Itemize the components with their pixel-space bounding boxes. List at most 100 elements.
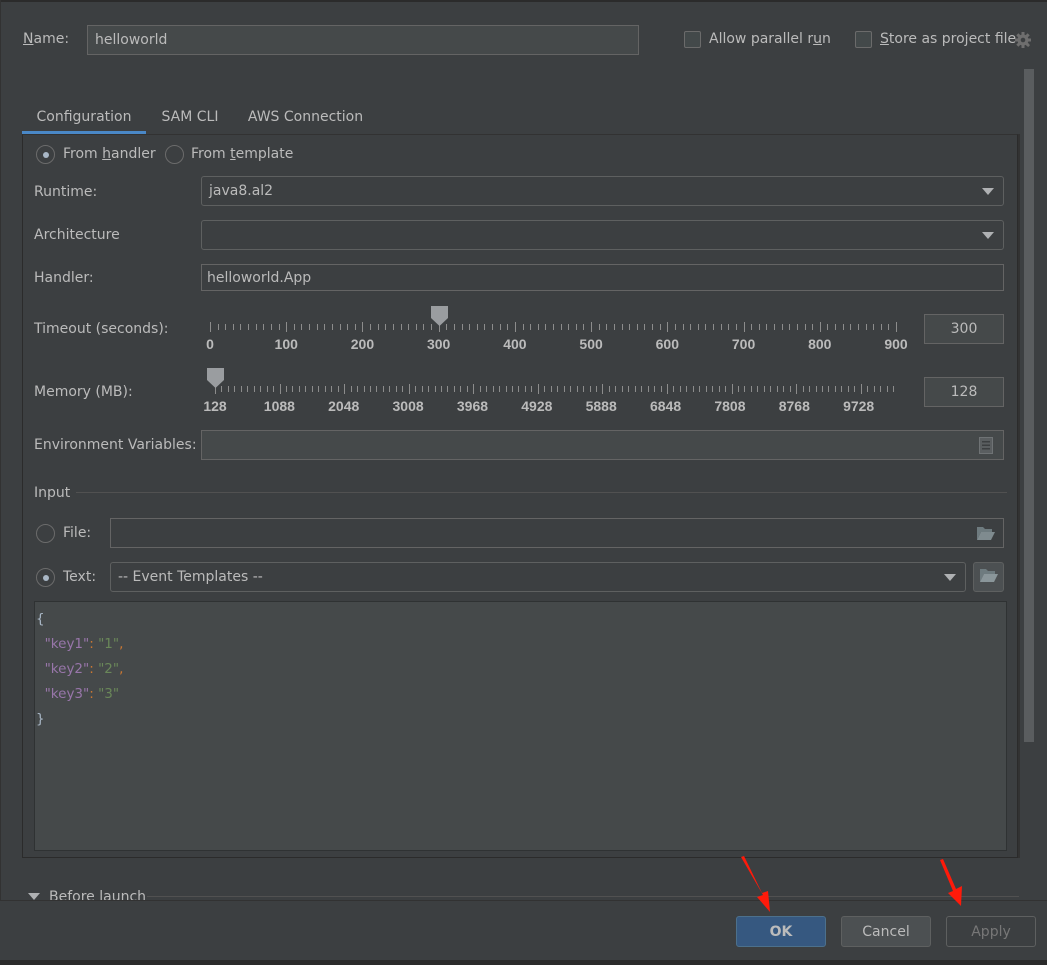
slider-minor-tick <box>382 386 384 392</box>
allow-parallel-run-checkbox[interactable] <box>684 31 701 48</box>
slider-minor-tick <box>796 324 798 330</box>
slider-minor-tick <box>293 324 295 330</box>
input-text-radio[interactable] <box>36 568 55 587</box>
gear-icon[interactable] <box>1014 31 1032 49</box>
slider-minor-tick <box>847 386 849 392</box>
slider-minor-tick <box>240 324 242 330</box>
slider-minor-tick <box>705 324 707 330</box>
vertical-scrollbar[interactable] <box>1024 69 1034 742</box>
slider-major-tick <box>210 322 211 332</box>
slider-minor-tick <box>828 386 830 392</box>
slider-minor-tick <box>217 324 219 330</box>
environment-variables-input[interactable] <box>201 430 1004 460</box>
slider-minor-tick <box>815 386 817 392</box>
timeout-value: 300 <box>950 321 978 337</box>
slider-minor-tick <box>476 324 478 330</box>
slider-major-tick <box>860 384 862 394</box>
json-value: "1" <box>98 636 120 652</box>
event-json-editor[interactable]: { "key1": "1", "key2": "2", "key3": "3" … <box>34 601 1007 851</box>
timeout-label: Timeout (seconds): <box>34 321 169 337</box>
input-file-label: File: <box>63 525 92 541</box>
memory-slider[interactable]: 128 1088 2048 3008 3968 4928 5888 6848 7808 8768 9… <box>203 368 895 418</box>
runtime-dropdown[interactable]: java8.al2 <box>201 176 1004 206</box>
json-colon: : <box>89 686 94 702</box>
editor-line: "key2": "2", <box>36 657 1006 682</box>
ok-button-label: OK <box>769 923 793 940</box>
slider-minor-tick <box>660 386 662 392</box>
collapse-triangle-icon[interactable] <box>28 893 40 900</box>
tab-sam-cli-label: SAM CLI <box>161 109 219 125</box>
before-launch-label[interactable]: Before launch <box>49 889 146 900</box>
cancel-button[interactable]: Cancel <box>841 916 931 947</box>
slider-minor-tick <box>347 324 349 330</box>
document-icon[interactable] <box>979 437 993 454</box>
slider-minor-tick <box>512 386 514 392</box>
slider-major-tick <box>602 384 604 394</box>
handler-input[interactable]: helloworld.App <box>201 264 1004 291</box>
slider-major-tick <box>408 384 410 394</box>
timeout-input[interactable]: 300 <box>924 314 1004 344</box>
tab-sam-cli[interactable]: SAM CLI <box>150 100 230 134</box>
slider-major-tick <box>731 384 733 394</box>
slider-minor-tick <box>461 324 463 330</box>
window-top-border <box>0 0 1047 2</box>
slider-minor-tick <box>570 386 572 392</box>
slider-minor-tick <box>697 324 699 330</box>
slider-minor-tick <box>278 324 280 330</box>
from-template-label[interactable]: From template <box>191 146 293 162</box>
slider-minor-tick <box>389 386 391 392</box>
from-template-radio[interactable] <box>165 145 184 164</box>
environment-variables-label: Environment Variables: <box>34 437 197 453</box>
slider-minor-tick <box>305 386 307 392</box>
slider-minor-tick <box>659 324 661 330</box>
folder-icon[interactable] <box>976 526 995 541</box>
input-file-path[interactable] <box>110 518 1004 548</box>
store-as-project-file-checkbox[interactable] <box>855 31 872 48</box>
from-handler-radio[interactable] <box>36 145 55 164</box>
store-as-project-file-mnemonic: S <box>880 31 889 47</box>
architecture-dropdown[interactable] <box>201 220 1004 250</box>
slider-minor-tick <box>385 324 387 330</box>
slider-minor-tick <box>544 386 546 392</box>
slider-minor-tick <box>613 324 615 330</box>
slider-minor-tick <box>880 324 882 330</box>
input-section-divider <box>76 492 1007 493</box>
slider-minor-tick <box>886 386 888 392</box>
slider-minor-tick <box>350 386 352 392</box>
input-file-radio[interactable] <box>36 524 55 543</box>
slider-tick-label: 128 <box>203 398 227 414</box>
slider-minor-tick <box>608 386 610 392</box>
slider-tick-label: 4928 <box>521 398 553 414</box>
slider-minor-tick <box>628 386 630 392</box>
slider-minor-tick <box>636 324 638 330</box>
allow-parallel-run-label[interactable]: Allow parallel run <box>709 31 831 47</box>
slider-thumb[interactable] <box>207 368 224 388</box>
apply-button[interactable]: Apply <box>946 916 1036 947</box>
slider-minor-tick <box>854 386 856 392</box>
from-handler-label[interactable]: From handler <box>63 146 156 162</box>
store-as-project-file-label[interactable]: Store as project file <box>880 31 1016 47</box>
slider-tick-label: 300 <box>426 336 451 352</box>
ok-button[interactable]: OK <box>736 916 826 947</box>
before-launch-section: Before launch <box>0 880 1047 900</box>
slider-tick-label: 600 <box>655 336 680 352</box>
memory-input[interactable]: 128 <box>924 377 1004 407</box>
slider-minor-tick <box>690 324 692 330</box>
slider-minor-tick <box>654 386 656 392</box>
tab-aws-connection[interactable]: AWS Connection <box>238 100 373 134</box>
browse-event-button[interactable] <box>973 562 1004 592</box>
slider-minor-tick <box>234 386 236 392</box>
slider-minor-tick <box>370 324 372 330</box>
slider-thumb[interactable] <box>430 306 448 326</box>
name-input[interactable]: helloworld <box>87 25 639 55</box>
slider-tick-label: 0 <box>206 336 214 352</box>
handler-value: helloworld.App <box>207 269 312 286</box>
timeout-slider[interactable]: 0 100 200 300 400 500 600 700 800 900 <box>206 306 908 356</box>
slider-minor-tick <box>253 386 255 392</box>
tab-configuration[interactable]: Configuration <box>22 100 146 134</box>
slider-major-tick <box>796 384 798 394</box>
slider-tick-label: 900 <box>884 336 908 352</box>
slider-minor-tick <box>447 386 449 392</box>
event-templates-dropdown[interactable]: -- Event Templates -- <box>110 562 966 592</box>
json-comma: , <box>119 636 124 652</box>
